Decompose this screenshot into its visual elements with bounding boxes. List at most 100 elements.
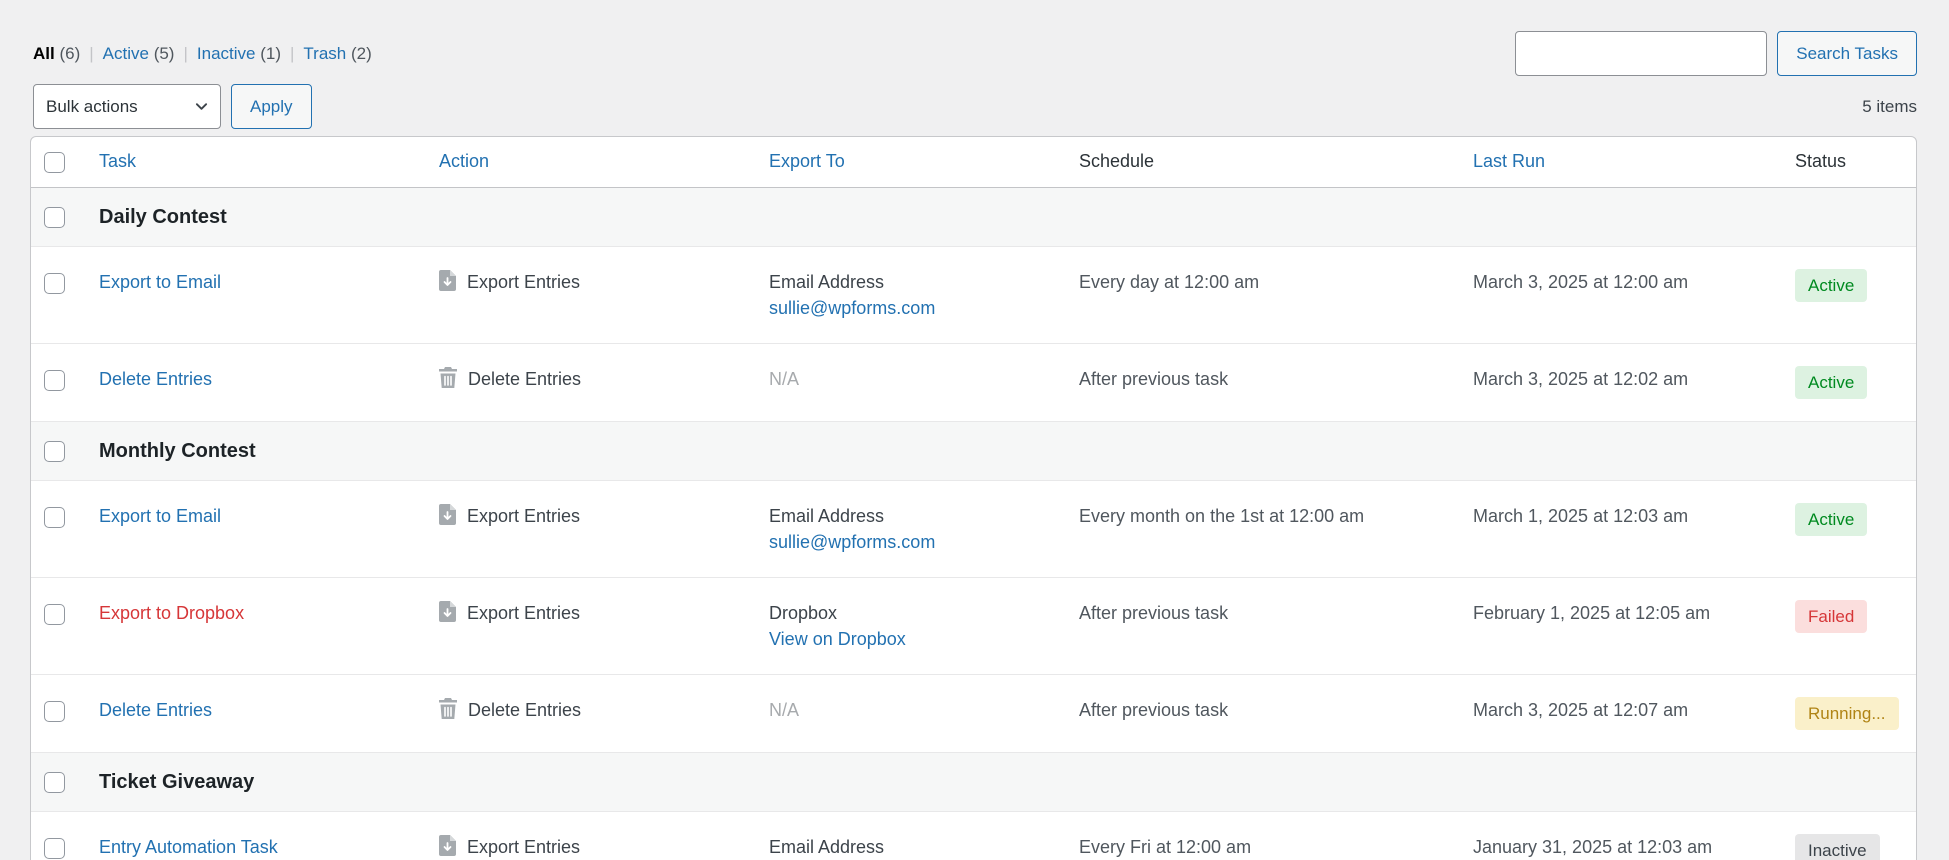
- task-name-link[interactable]: Export to Email: [99, 506, 221, 526]
- export-to-cell: N/A: [757, 343, 1067, 421]
- group-checkbox-cell: [31, 421, 87, 480]
- export-to-link[interactable]: sullie@wpforms.com: [769, 529, 935, 555]
- status-cell: Running...: [1783, 674, 1916, 752]
- task-name-link[interactable]: Delete Entries: [99, 369, 212, 389]
- task-name-cell: Export to Email: [87, 246, 427, 343]
- sort-link[interactable]: Task: [99, 151, 136, 171]
- status-cell: Active: [1783, 343, 1916, 421]
- export-to-cell: Email Address: [757, 811, 1067, 860]
- filter-count: (1): [260, 44, 281, 63]
- status-cell: Active: [1783, 246, 1916, 343]
- group-checkbox[interactable]: [44, 772, 65, 793]
- status-badge: Active: [1795, 366, 1867, 399]
- export-to-cell: Email Address sullie@wpforms.com: [757, 246, 1067, 343]
- action-cell: Export Entries: [427, 246, 757, 343]
- task-name-cell: Delete Entries: [87, 343, 427, 421]
- row-checkbox[interactable]: [44, 604, 65, 625]
- row-checkbox[interactable]: [44, 507, 65, 528]
- task-name-link[interactable]: Delete Entries: [99, 700, 212, 720]
- row-checkbox[interactable]: [44, 273, 65, 294]
- filter-link-active[interactable]: Active (5): [103, 44, 175, 64]
- sort-link[interactable]: Action: [439, 151, 489, 171]
- schedule-cell: After previous task: [1067, 343, 1461, 421]
- filter-link-inactive[interactable]: Inactive (1): [197, 44, 281, 64]
- export-to-target: Email Address: [769, 272, 884, 292]
- schedule-cell: Every Fri at 12:00 am: [1067, 811, 1461, 860]
- export-to-target: N/A: [769, 369, 799, 389]
- row-checkbox-cell: [31, 674, 87, 752]
- task-name-link[interactable]: Export to Email: [99, 272, 221, 292]
- row-checkbox[interactable]: [44, 701, 65, 722]
- sort-link[interactable]: Export To: [769, 151, 845, 171]
- group-row: Ticket Giveaway: [31, 752, 1916, 811]
- export-to-cell: Email Addresssullie@wpforms.com: [757, 480, 1067, 577]
- export-to-cell: Dropbox View on Dropbox: [757, 577, 1067, 674]
- status-badge: Running...: [1795, 697, 1899, 730]
- top-toolbar: All (6)|Active (5)|Inactive (1)|Trash (2…: [0, 0, 1949, 77]
- bulk-actions-selected-value: Bulk actions: [46, 97, 138, 117]
- task-name-cell: Export to Dropbox: [87, 577, 427, 674]
- last-run-cell: March 3, 2025 at 12:07 am: [1461, 674, 1783, 752]
- row-checkbox-cell: [31, 343, 87, 421]
- schedule-cell: Every day at 12:00 am: [1067, 246, 1461, 343]
- filter-separator: |: [89, 44, 93, 64]
- task-row: Entry Automation Task Export Entries Email…: [31, 811, 1916, 860]
- task-name-link[interactable]: Entry Automation Task: [99, 837, 278, 857]
- action-cell: Export Entries: [427, 811, 757, 860]
- task-row: Export to EmailExport EntriesEmail Addre…: [31, 480, 1916, 577]
- column-label: Schedule: [1079, 151, 1154, 171]
- status-cell: Failed: [1783, 577, 1916, 674]
- column-label: Status: [1795, 151, 1846, 171]
- export-to-link[interactable]: View on Dropbox: [769, 626, 906, 652]
- task-name-link[interactable]: Export to Dropbox: [99, 603, 244, 623]
- column-header-last-run: Last Run: [1461, 137, 1783, 187]
- action-label: Export Entries: [467, 837, 580, 857]
- chevron-down-icon: [195, 100, 208, 113]
- bulk-actions-toolbar: Bulk actions Apply 5 items: [0, 77, 1949, 136]
- row-checkbox-cell: [31, 246, 87, 343]
- filter-link-all[interactable]: All (6): [33, 44, 80, 64]
- last-run-cell: February 1, 2025 at 12:05 am: [1461, 577, 1783, 674]
- row-checkbox[interactable]: [44, 838, 65, 859]
- last-run-cell: January 31, 2025 at 12:03 am: [1461, 811, 1783, 860]
- search-tasks-button[interactable]: Search Tasks: [1777, 31, 1917, 76]
- export-to-target: Dropbox: [769, 603, 837, 623]
- task-name-cell: Export to Email: [87, 480, 427, 577]
- group-checkbox[interactable]: [44, 207, 65, 228]
- row-checkbox-cell: [31, 811, 87, 860]
- schedule-cell: Every month on the 1st at 12:00 am: [1067, 480, 1461, 577]
- group-checkbox[interactable]: [44, 441, 65, 462]
- row-checkbox[interactable]: [44, 370, 65, 391]
- action-label: Delete Entries: [468, 700, 581, 720]
- group-row: Daily Contest: [31, 187, 1916, 246]
- items-count: 5 items: [1862, 97, 1917, 117]
- status-badge: Failed: [1795, 600, 1867, 633]
- column-header-schedule: Schedule: [1067, 137, 1461, 187]
- action-label: Delete Entries: [468, 369, 581, 389]
- trash-icon: [439, 698, 457, 719]
- schedule-cell: After previous task: [1067, 577, 1461, 674]
- group-title: Daily Contest: [87, 187, 1916, 246]
- export-to-link[interactable]: sullie@wpforms.com: [769, 295, 935, 321]
- status-badge: Active: [1795, 269, 1867, 302]
- group-title: Ticket Giveaway: [87, 752, 1916, 811]
- task-name-cell: Entry Automation Task: [87, 811, 427, 860]
- filter-count: (5): [154, 44, 175, 63]
- task-name-cell: Delete Entries: [87, 674, 427, 752]
- column-header-task: Task: [87, 137, 427, 187]
- select-all-checkbox[interactable]: [44, 152, 65, 173]
- export-to-target: N/A: [769, 700, 799, 720]
- apply-button[interactable]: Apply: [231, 84, 312, 129]
- filter-separator: |: [290, 44, 294, 64]
- bulk-actions-select[interactable]: Bulk actions: [33, 84, 221, 129]
- task-row: Delete EntriesDelete EntriesN/AAfter pre…: [31, 674, 1916, 752]
- search-box: Search Tasks: [1515, 31, 1917, 76]
- last-run-cell: March 1, 2025 at 12:03 am: [1461, 480, 1783, 577]
- status-badge: Inactive: [1795, 834, 1880, 860]
- search-input[interactable]: [1515, 31, 1767, 76]
- group-title: Monthly Contest: [87, 421, 1916, 480]
- row-checkbox-cell: [31, 577, 87, 674]
- sort-link[interactable]: Last Run: [1473, 151, 1545, 171]
- filter-link-trash[interactable]: Trash (2): [303, 44, 371, 64]
- task-row: Export to EmailExport EntriesEmail Addre…: [31, 246, 1916, 343]
